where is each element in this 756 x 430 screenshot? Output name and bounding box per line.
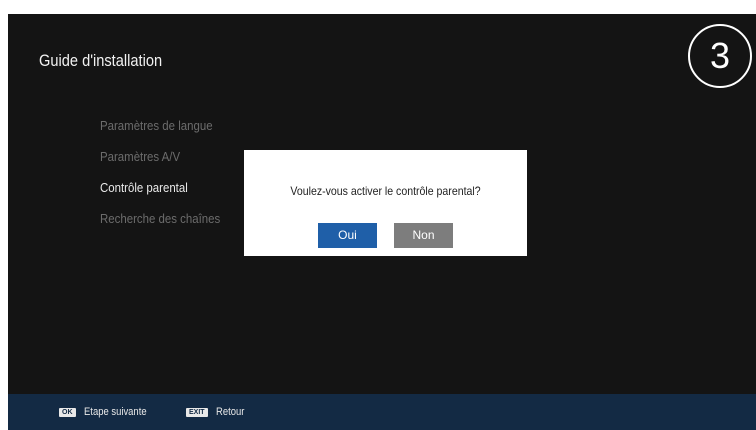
exit-hint[interactable]: EXIT Retour	[186, 405, 249, 419]
step-number-badge: 3	[688, 24, 752, 88]
ok-key-icon: OK	[59, 407, 76, 417]
yes-button[interactable]: Oui	[318, 223, 377, 248]
tv-screen: Guide d'installation 3 Paramètres de lan…	[8, 14, 756, 430]
ok-hint-label: Etape suivante	[83, 406, 147, 418]
installation-steps-menu: Paramètres de langue Paramètres A/V Cont…	[100, 118, 237, 242]
parental-control-dialog: Voulez-vous activer le contrôle parental…	[244, 150, 527, 256]
menu-item-av-settings[interactable]: Paramètres A/V	[100, 149, 220, 180]
page-title: Guide d'installation	[39, 51, 163, 70]
no-button[interactable]: Non	[394, 223, 453, 248]
menu-item-language-settings[interactable]: Paramètres de langue	[100, 118, 220, 149]
menu-item-parental-control[interactable]: Contrôle parental	[100, 180, 220, 211]
exit-hint-label: Retour	[215, 406, 244, 418]
menu-item-channel-search[interactable]: Recherche des chaînes	[100, 211, 220, 242]
exit-key-icon: EXIT	[186, 407, 208, 417]
ok-hint[interactable]: OK Etape suivante	[59, 405, 156, 419]
footer-hint-bar: OK Etape suivante EXIT Retour	[8, 394, 756, 430]
dialog-message: Voulez-vous activer le contrôle parental…	[290, 184, 481, 198]
